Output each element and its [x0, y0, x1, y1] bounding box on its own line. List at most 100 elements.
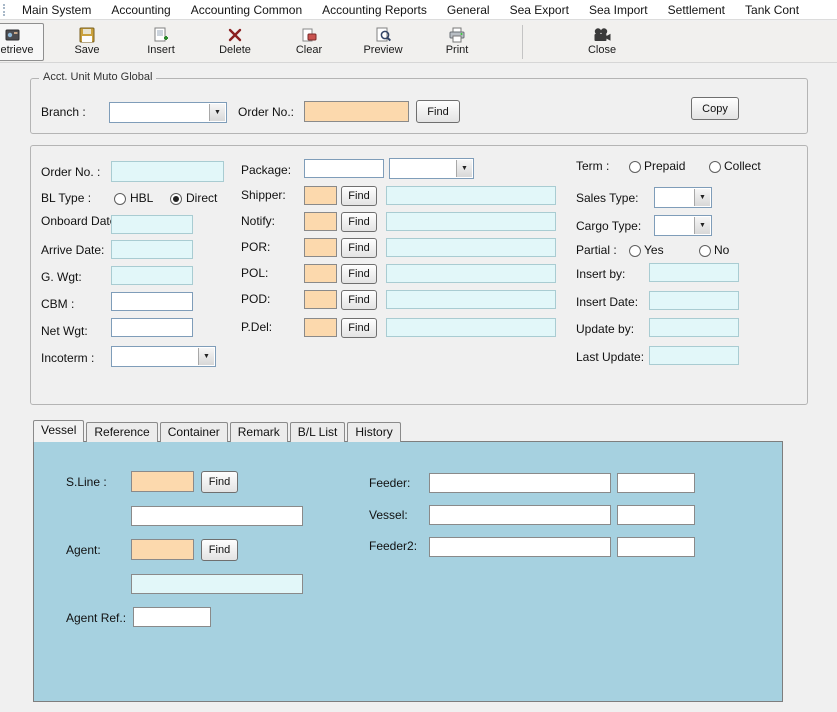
package-unit-combo[interactable]: ▼	[389, 158, 474, 179]
save-button[interactable]: Save	[56, 23, 118, 61]
pol-find-button[interactable]: Find	[341, 264, 377, 284]
print-button[interactable]: Print	[426, 23, 488, 61]
tab-vessel[interactable]: Vessel	[33, 420, 85, 442]
bl-type-hbl-radio[interactable]	[114, 193, 126, 205]
menu-item-sea-export[interactable]: Sea Export	[500, 1, 579, 19]
cbm-input[interactable]	[111, 292, 193, 311]
agent-find-button[interactable]: Find	[201, 539, 238, 561]
clear-button[interactable]: Clear	[278, 23, 340, 61]
net-weight-input[interactable]	[111, 318, 193, 337]
partial-yes-radio[interactable]	[629, 245, 641, 257]
update-by-input[interactable]	[649, 318, 739, 337]
shipper-find-button[interactable]: Find	[341, 186, 377, 206]
sline-code-input[interactable]	[131, 471, 194, 492]
partial-no-radio[interactable]	[699, 245, 711, 257]
chevron-down-icon[interactable]: ▼	[694, 189, 710, 206]
feeder2-voyage-input[interactable]	[617, 537, 695, 557]
agent-ref-input[interactable]	[133, 607, 211, 627]
feeder2-input[interactable]	[429, 537, 611, 557]
update-by-label: Update by:	[576, 322, 635, 336]
save-label: Save	[74, 44, 100, 56]
last-update-input[interactable]	[649, 346, 739, 365]
menu-item-accounting-reports[interactable]: Accounting Reports	[312, 1, 437, 19]
por-label: POR:	[241, 240, 271, 254]
sline-label: S.Line :	[66, 475, 107, 489]
term-collect-radio[interactable]	[709, 161, 721, 173]
feeder-label: Feeder:	[369, 476, 411, 490]
insert-icon	[152, 27, 170, 43]
sline-name-input[interactable]	[131, 506, 303, 526]
notify-find-button[interactable]: Find	[341, 212, 377, 232]
tab-container[interactable]: Container	[159, 422, 228, 442]
chevron-down-icon[interactable]: ▼	[198, 348, 214, 365]
bl-type-direct-radio[interactable]	[170, 193, 182, 205]
sales-type-combo[interactable]: ▼	[654, 187, 712, 208]
feeder-voyage-input[interactable]	[617, 473, 695, 493]
term-prepaid-radio[interactable]	[629, 161, 641, 173]
acct-unit-groupbox-title: Acct. Unit Muto Global	[39, 71, 157, 83]
menu-item-main-system[interactable]: Main System	[12, 1, 101, 19]
cargo-type-label: Cargo Type:	[576, 219, 642, 233]
menu-item-accounting-common[interactable]: Accounting Common	[181, 1, 312, 19]
por-find-button[interactable]: Find	[341, 238, 377, 258]
pol-name-input[interactable]	[386, 264, 556, 283]
order-no-input[interactable]	[111, 161, 224, 182]
shipper-code-input[interactable]	[304, 186, 337, 205]
pdel-find-button[interactable]: Find	[341, 318, 377, 338]
tab-history[interactable]: History	[347, 422, 401, 442]
notify-code-input[interactable]	[304, 212, 337, 231]
agent-code-input[interactable]	[131, 539, 194, 560]
onboard-date-input[interactable]	[111, 215, 193, 234]
close-button[interactable]: Close	[571, 23, 633, 61]
vessel-voyage-input[interactable]	[617, 505, 695, 525]
insert-date-label: Insert Date:	[576, 295, 639, 309]
menu-item-sea-import[interactable]: Sea Import	[579, 1, 658, 19]
menu-item-general[interactable]: General	[437, 1, 500, 19]
sline-find-button[interactable]: Find	[201, 471, 238, 493]
notify-name-input[interactable]	[386, 212, 556, 231]
pod-label: POD:	[241, 292, 271, 306]
shipper-name-input[interactable]	[386, 186, 556, 205]
insert-by-input[interactable]	[649, 263, 739, 282]
term-collect-label: Collect	[724, 159, 761, 173]
branch-combo[interactable]: ▼	[109, 102, 227, 123]
insert-date-input[interactable]	[649, 291, 739, 310]
order-no-label: Order No. :	[41, 165, 101, 179]
package-input[interactable]	[304, 159, 384, 178]
vessel-tab-panel: S.Line : Find Agent: Find Agent Ref.: Fe…	[33, 441, 783, 702]
tab-reference[interactable]: Reference	[86, 422, 158, 442]
save-icon	[78, 27, 96, 43]
menu-item-settlement[interactable]: Settlement	[658, 1, 735, 19]
menu-item-accounting[interactable]: Accounting	[101, 1, 180, 19]
pod-find-button[interactable]: Find	[341, 290, 377, 310]
pol-code-input[interactable]	[304, 264, 337, 283]
delete-button[interactable]: Delete	[204, 23, 266, 61]
insert-button[interactable]: Insert	[130, 23, 192, 61]
order-no-search-input[interactable]	[304, 101, 409, 122]
chevron-down-icon[interactable]: ▼	[209, 104, 225, 121]
pod-name-input[interactable]	[386, 290, 556, 309]
agent-name-input[interactable]	[131, 574, 303, 594]
tab-bl-list[interactable]: B/L List	[289, 422, 346, 442]
preview-button[interactable]: Preview	[352, 23, 414, 61]
feeder-input[interactable]	[429, 473, 611, 493]
toolbar-separator	[522, 24, 523, 59]
incoterm-combo[interactable]: ▼	[111, 346, 216, 367]
arrive-date-input[interactable]	[111, 240, 193, 259]
copy-button[interactable]: Copy	[691, 97, 739, 120]
pod-code-input[interactable]	[304, 290, 337, 309]
menu-item-tank-container[interactable]: Tank Cont	[735, 1, 809, 19]
pdel-code-input[interactable]	[304, 318, 337, 337]
gross-weight-input[interactable]	[111, 266, 193, 285]
order-find-button[interactable]: Find	[416, 100, 460, 123]
pdel-name-input[interactable]	[386, 318, 556, 337]
chevron-down-icon[interactable]: ▼	[694, 217, 710, 234]
retrieve-button[interactable]: Retrieve	[0, 22, 44, 61]
tab-remark[interactable]: Remark	[229, 422, 288, 442]
vessel-input[interactable]	[429, 505, 611, 525]
cargo-type-combo[interactable]: ▼	[654, 215, 712, 236]
partial-no-label: No	[714, 243, 730, 257]
chevron-down-icon[interactable]: ▼	[456, 160, 472, 177]
por-name-input[interactable]	[386, 238, 556, 257]
por-code-input[interactable]	[304, 238, 337, 257]
